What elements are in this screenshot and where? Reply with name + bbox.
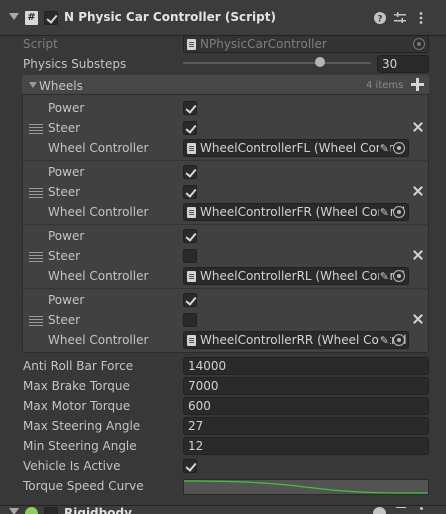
foldout-arrow-icon[interactable]: [9, 13, 19, 20]
presets-icon[interactable]: [393, 11, 407, 25]
component-title: N Physic Car Controller (Script): [64, 10, 276, 24]
component-header: # N Physic Car Controller (Script) ?: [0, 0, 446, 36]
max-brake-torque-label: Max Brake Torque: [23, 379, 130, 393]
wheel-steer-label: Steer: [48, 249, 81, 263]
vehicle-is-active-checkbox[interactable]: [183, 459, 197, 473]
remove-element-icon[interactable]: [413, 186, 423, 196]
wheel-power-label: Power: [48, 229, 85, 243]
wheel-steer-checkbox[interactable]: [183, 249, 197, 263]
torque-speed-curve-label: Torque Speed Curve: [23, 479, 144, 493]
wheel-steer-label: Steer: [48, 185, 81, 199]
script-icon: #: [25, 11, 38, 25]
script-label: Script: [23, 37, 58, 51]
edit-icon[interactable]: ✎: [378, 333, 390, 348]
wheel-controller-field[interactable]: WheelControllerRL (Wheel Control ✎: [183, 267, 409, 285]
torque-speed-curve-field[interactable]: [183, 479, 429, 495]
wheel-steer-checkbox[interactable]: [183, 121, 197, 135]
wheel-controller-value: WheelControllerFR (Wheel Control: [200, 205, 406, 219]
more-icon[interactable]: [420, 507, 423, 510]
edit-icon[interactable]: ✎: [378, 141, 390, 156]
remove-element-icon[interactable]: [413, 314, 423, 324]
wheel-power-checkbox[interactable]: [183, 101, 197, 115]
wheels-foldout-icon[interactable]: [29, 82, 37, 88]
wheel-steer-label: Steer: [48, 313, 81, 327]
foldout-arrow-icon[interactable]: [9, 508, 19, 514]
script-file-icon: [187, 207, 196, 218]
drag-handle-icon[interactable]: [29, 252, 43, 262]
max-motor-torque-label: Max Motor Torque: [23, 399, 131, 413]
object-picker-icon[interactable]: [393, 142, 405, 154]
wheel-power-checkbox[interactable]: [183, 293, 197, 307]
wheel-controller-label: Wheel Controller: [48, 333, 149, 347]
wheel-controller-label: Wheel Controller: [48, 269, 149, 283]
element-divider: [23, 224, 428, 225]
element-divider: [23, 288, 428, 289]
script-file-icon: [187, 335, 196, 346]
wheel-controller-label: Wheel Controller: [48, 141, 149, 155]
wheel-controller-label: Wheel Controller: [48, 205, 149, 219]
wheel-steer-checkbox[interactable]: [183, 185, 197, 199]
wheel-controller-field[interactable]: WheelControllerRR (Wheel Control ✎: [183, 331, 409, 349]
anti-roll-bar-force-input[interactable]: 14000: [183, 357, 429, 375]
component-enabled-checkbox[interactable]: [44, 11, 58, 25]
wheel-power-label: Power: [48, 293, 85, 307]
wheel-power-label: Power: [48, 101, 85, 115]
max-steering-angle-input[interactable]: 27: [183, 417, 429, 435]
wheel-controller-field[interactable]: WheelControllerFL (Wheel Control ✎: [183, 139, 409, 157]
min-steering-angle-label: Min Steering Angle: [23, 439, 137, 453]
wheel-power-label: Power: [48, 165, 85, 179]
rigidbody-icon: [25, 507, 38, 514]
drag-handle-icon[interactable]: [29, 188, 43, 198]
wheels-label: Wheels: [39, 79, 83, 93]
object-picker-icon[interactable]: [393, 334, 405, 346]
min-steering-angle-input[interactable]: 12: [183, 437, 429, 455]
remove-element-icon[interactable]: [413, 250, 423, 260]
physics-substeps-slider[interactable]: [183, 62, 371, 64]
wheel-controller-field[interactable]: WheelControllerFR (Wheel Control ✎: [183, 203, 409, 221]
physics-substeps-label: Physics Substeps: [23, 57, 127, 71]
add-element-icon[interactable]: [411, 78, 424, 91]
physics-substeps-input[interactable]: 30: [377, 55, 429, 73]
rigidbody-enabled-checkbox[interactable]: [44, 507, 58, 514]
drag-handle-icon[interactable]: [29, 316, 43, 326]
torque-curve-graph: [184, 480, 428, 494]
script-value: NPhysicCarController: [200, 37, 327, 51]
edit-icon[interactable]: ✎: [378, 205, 390, 220]
object-picker-icon[interactable]: [393, 206, 405, 218]
next-component-title: Rigidbody: [64, 506, 132, 514]
max-brake-torque-input[interactable]: 7000: [183, 377, 429, 395]
wheels-count: 4 items: [366, 80, 404, 91]
wheel-steer-label: Steer: [48, 121, 81, 135]
wheel-power-checkbox[interactable]: [183, 229, 197, 243]
wheel-steer-checkbox[interactable]: [183, 313, 197, 327]
drag-handle-icon[interactable]: [29, 124, 43, 134]
svg-text:?: ?: [377, 15, 382, 25]
anti-roll-bar-force-label: Anti Roll Bar Force: [23, 359, 134, 373]
more-icon[interactable]: [414, 11, 428, 25]
script-file-icon: [187, 271, 196, 282]
wheel-controller-value: WheelControllerRR (Wheel Control: [200, 333, 407, 347]
presets-icon[interactable]: [396, 507, 406, 508]
script-field[interactable]: NPhysicCarController: [183, 35, 429, 53]
element-divider: [23, 160, 428, 161]
max-steering-angle-label: Max Steering Angle: [23, 419, 141, 433]
edit-icon[interactable]: ✎: [378, 269, 390, 284]
wheel-power-checkbox[interactable]: [183, 165, 197, 179]
vehicle-is-active-label: Vehicle Is Active: [23, 459, 121, 473]
script-file-icon: [187, 39, 196, 50]
wheel-controller-value: WheelControllerFL (Wheel Control: [200, 141, 404, 155]
remove-element-icon[interactable]: [413, 122, 423, 132]
object-picker-icon: [413, 38, 425, 50]
object-picker-icon[interactable]: [393, 270, 405, 282]
max-motor-torque-input[interactable]: 600: [183, 397, 429, 415]
script-file-icon: [187, 143, 196, 154]
help-icon[interactable]: [373, 507, 386, 514]
next-component-header[interactable]: Rigidbody: [0, 505, 446, 514]
help-icon[interactable]: ?: [373, 11, 387, 25]
wheel-controller-value: WheelControllerRL (Wheel Control: [200, 269, 405, 283]
slider-thumb[interactable]: [315, 57, 326, 67]
